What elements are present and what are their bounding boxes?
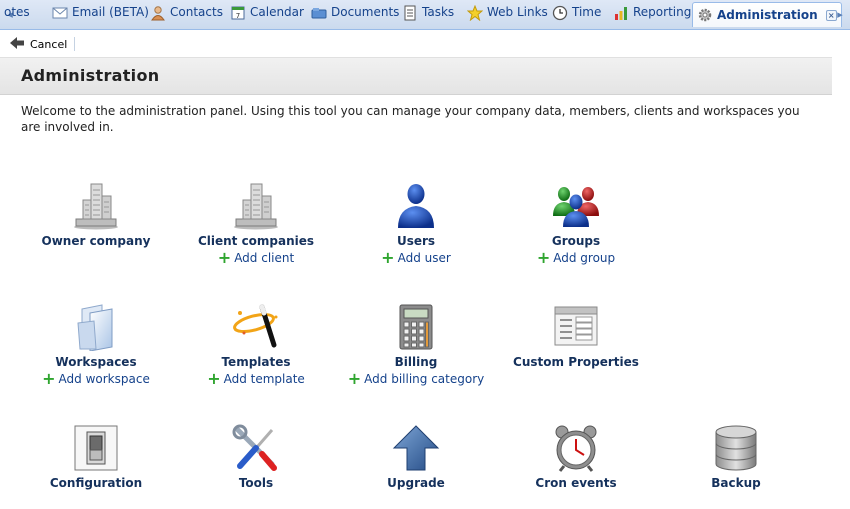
title-bar: Administration: [0, 57, 832, 95]
client-companies-item: Client companies + Add client: [181, 182, 331, 266]
database-icon[interactable]: [712, 424, 760, 472]
plus-icon: +: [42, 369, 56, 388]
envelope-icon: [52, 5, 68, 21]
tab-label: Administration: [717, 7, 818, 22]
client-companies-link[interactable]: Client companies: [181, 234, 331, 248]
tasks-icon: [402, 5, 418, 21]
alarm-clock-icon[interactable]: [552, 424, 600, 472]
tab-label: Web Links: [487, 5, 548, 19]
add-workspace-link[interactable]: + Add workspace: [42, 369, 150, 388]
plus-icon: +: [347, 369, 362, 388]
page-title: Administration: [21, 66, 160, 85]
billing-link[interactable]: Billing: [341, 355, 491, 369]
templates-link[interactable]: Templates: [181, 355, 331, 369]
tab-tasks[interactable]: Tasks: [398, 0, 458, 25]
documents-icon: [311, 5, 327, 21]
calculator-icon[interactable]: [392, 303, 440, 351]
plus-icon: +: [536, 248, 551, 267]
add-workspace-label: Add workspace: [58, 372, 150, 386]
tools-icon[interactable]: [232, 424, 280, 472]
star-icon: [466, 4, 484, 21]
groups-item: Groups + Add group: [501, 182, 651, 266]
tab-contacts[interactable]: Contacts: [146, 0, 227, 25]
tab-label: Time: [572, 5, 602, 19]
billing-item: Billing + Add billing category: [341, 303, 491, 387]
owner-company-link[interactable]: Owner company: [21, 234, 171, 248]
tab-label: Documents: [331, 5, 400, 19]
add-group-link[interactable]: + Add group: [536, 248, 616, 267]
plus-icon: +: [207, 369, 221, 388]
clock-icon: [552, 5, 568, 21]
add-template-label: Add template: [223, 372, 305, 386]
cancel-label: Cancel: [30, 37, 68, 51]
tab-label: Reporting: [633, 5, 692, 19]
tab-time[interactable]: Time: [548, 0, 605, 25]
workspaces-link[interactable]: Workspaces: [21, 355, 171, 369]
contact-icon: [150, 5, 166, 21]
cron-events-item: Cron events: [501, 424, 651, 490]
tab-administration[interactable]: Administration ×: [692, 2, 842, 27]
users-item: Users + Add user: [341, 182, 491, 266]
back-arrow-icon: [9, 36, 25, 53]
upgrade-link[interactable]: Upgrade: [341, 476, 491, 490]
configuration-item: Configuration: [21, 424, 171, 490]
up-arrow-icon[interactable]: [392, 424, 440, 472]
calendar-icon: 7: [230, 5, 246, 21]
form-icon[interactable]: [552, 303, 600, 351]
svg-text:7: 7: [236, 12, 240, 20]
tab-documents[interactable]: Documents: [307, 0, 403, 25]
group-icon[interactable]: [552, 182, 600, 230]
workspaces-item: Workspaces + Add workspace: [21, 303, 171, 387]
welcome-text: Welcome to the administration panel. Usi…: [21, 104, 800, 134]
toolbar: Cancel: [0, 31, 832, 57]
tab-label: Tasks: [422, 5, 455, 19]
tab-calendar[interactable]: 7 Calendar: [226, 0, 308, 25]
tab-email[interactable]: Email (BETA): [48, 0, 153, 25]
users-link[interactable]: Users: [341, 234, 491, 248]
add-billing-category-link[interactable]: + Add billing category: [347, 369, 485, 388]
tab-label: otes: [4, 5, 30, 19]
folder-icon[interactable]: [72, 303, 120, 352]
custom-properties-item: Custom Properties: [501, 303, 651, 369]
tab-label: Contacts: [170, 5, 223, 19]
add-user-label: Add user: [397, 251, 451, 265]
groups-link[interactable]: Groups: [501, 234, 651, 248]
tab-label: Email (BETA): [72, 5, 149, 19]
building-icon[interactable]: [232, 182, 280, 230]
add-template-link[interactable]: + Add template: [207, 369, 305, 388]
add-client-link[interactable]: + Add client: [217, 248, 295, 267]
tab-scroll-right-button[interactable]: ▸: [833, 5, 847, 25]
bar-chart-icon: [613, 5, 629, 21]
building-icon[interactable]: [72, 182, 120, 230]
tools-item: Tools: [181, 424, 331, 490]
module-tab-bar: ◂ otes Email (BETA) Contacts 7 Calendar …: [0, 0, 850, 30]
configuration-link[interactable]: Configuration: [21, 476, 171, 490]
add-client-label: Add client: [234, 251, 295, 265]
backup-item: Backup: [661, 424, 811, 490]
tab-notes[interactable]: otes: [0, 0, 34, 25]
cron-events-link[interactable]: Cron events: [501, 476, 651, 490]
owner-company-item: Owner company: [21, 182, 171, 248]
plus-icon: +: [217, 248, 232, 267]
tab-label: Calendar: [250, 5, 304, 19]
cancel-button[interactable]: Cancel: [9, 35, 67, 53]
upgrade-item: Upgrade: [341, 424, 491, 490]
backup-link[interactable]: Backup: [661, 476, 811, 490]
tab-weblinks[interactable]: Web Links: [463, 0, 552, 25]
user-icon[interactable]: [392, 182, 440, 230]
add-user-link[interactable]: + Add user: [381, 248, 451, 267]
plus-icon: +: [381, 248, 395, 267]
toolbar-separator: [74, 37, 75, 51]
tools-link[interactable]: Tools: [181, 476, 331, 490]
switch-icon[interactable]: [72, 424, 120, 472]
gear-icon: [697, 7, 713, 23]
templates-item: Templates + Add template: [181, 303, 331, 387]
custom-properties-link[interactable]: Custom Properties: [501, 355, 651, 369]
add-group-label: Add group: [553, 251, 616, 265]
magic-wand-icon[interactable]: [232, 303, 280, 351]
add-billing-category-label: Add billing category: [364, 372, 485, 386]
tab-reporting[interactable]: Reporting: [609, 0, 695, 25]
